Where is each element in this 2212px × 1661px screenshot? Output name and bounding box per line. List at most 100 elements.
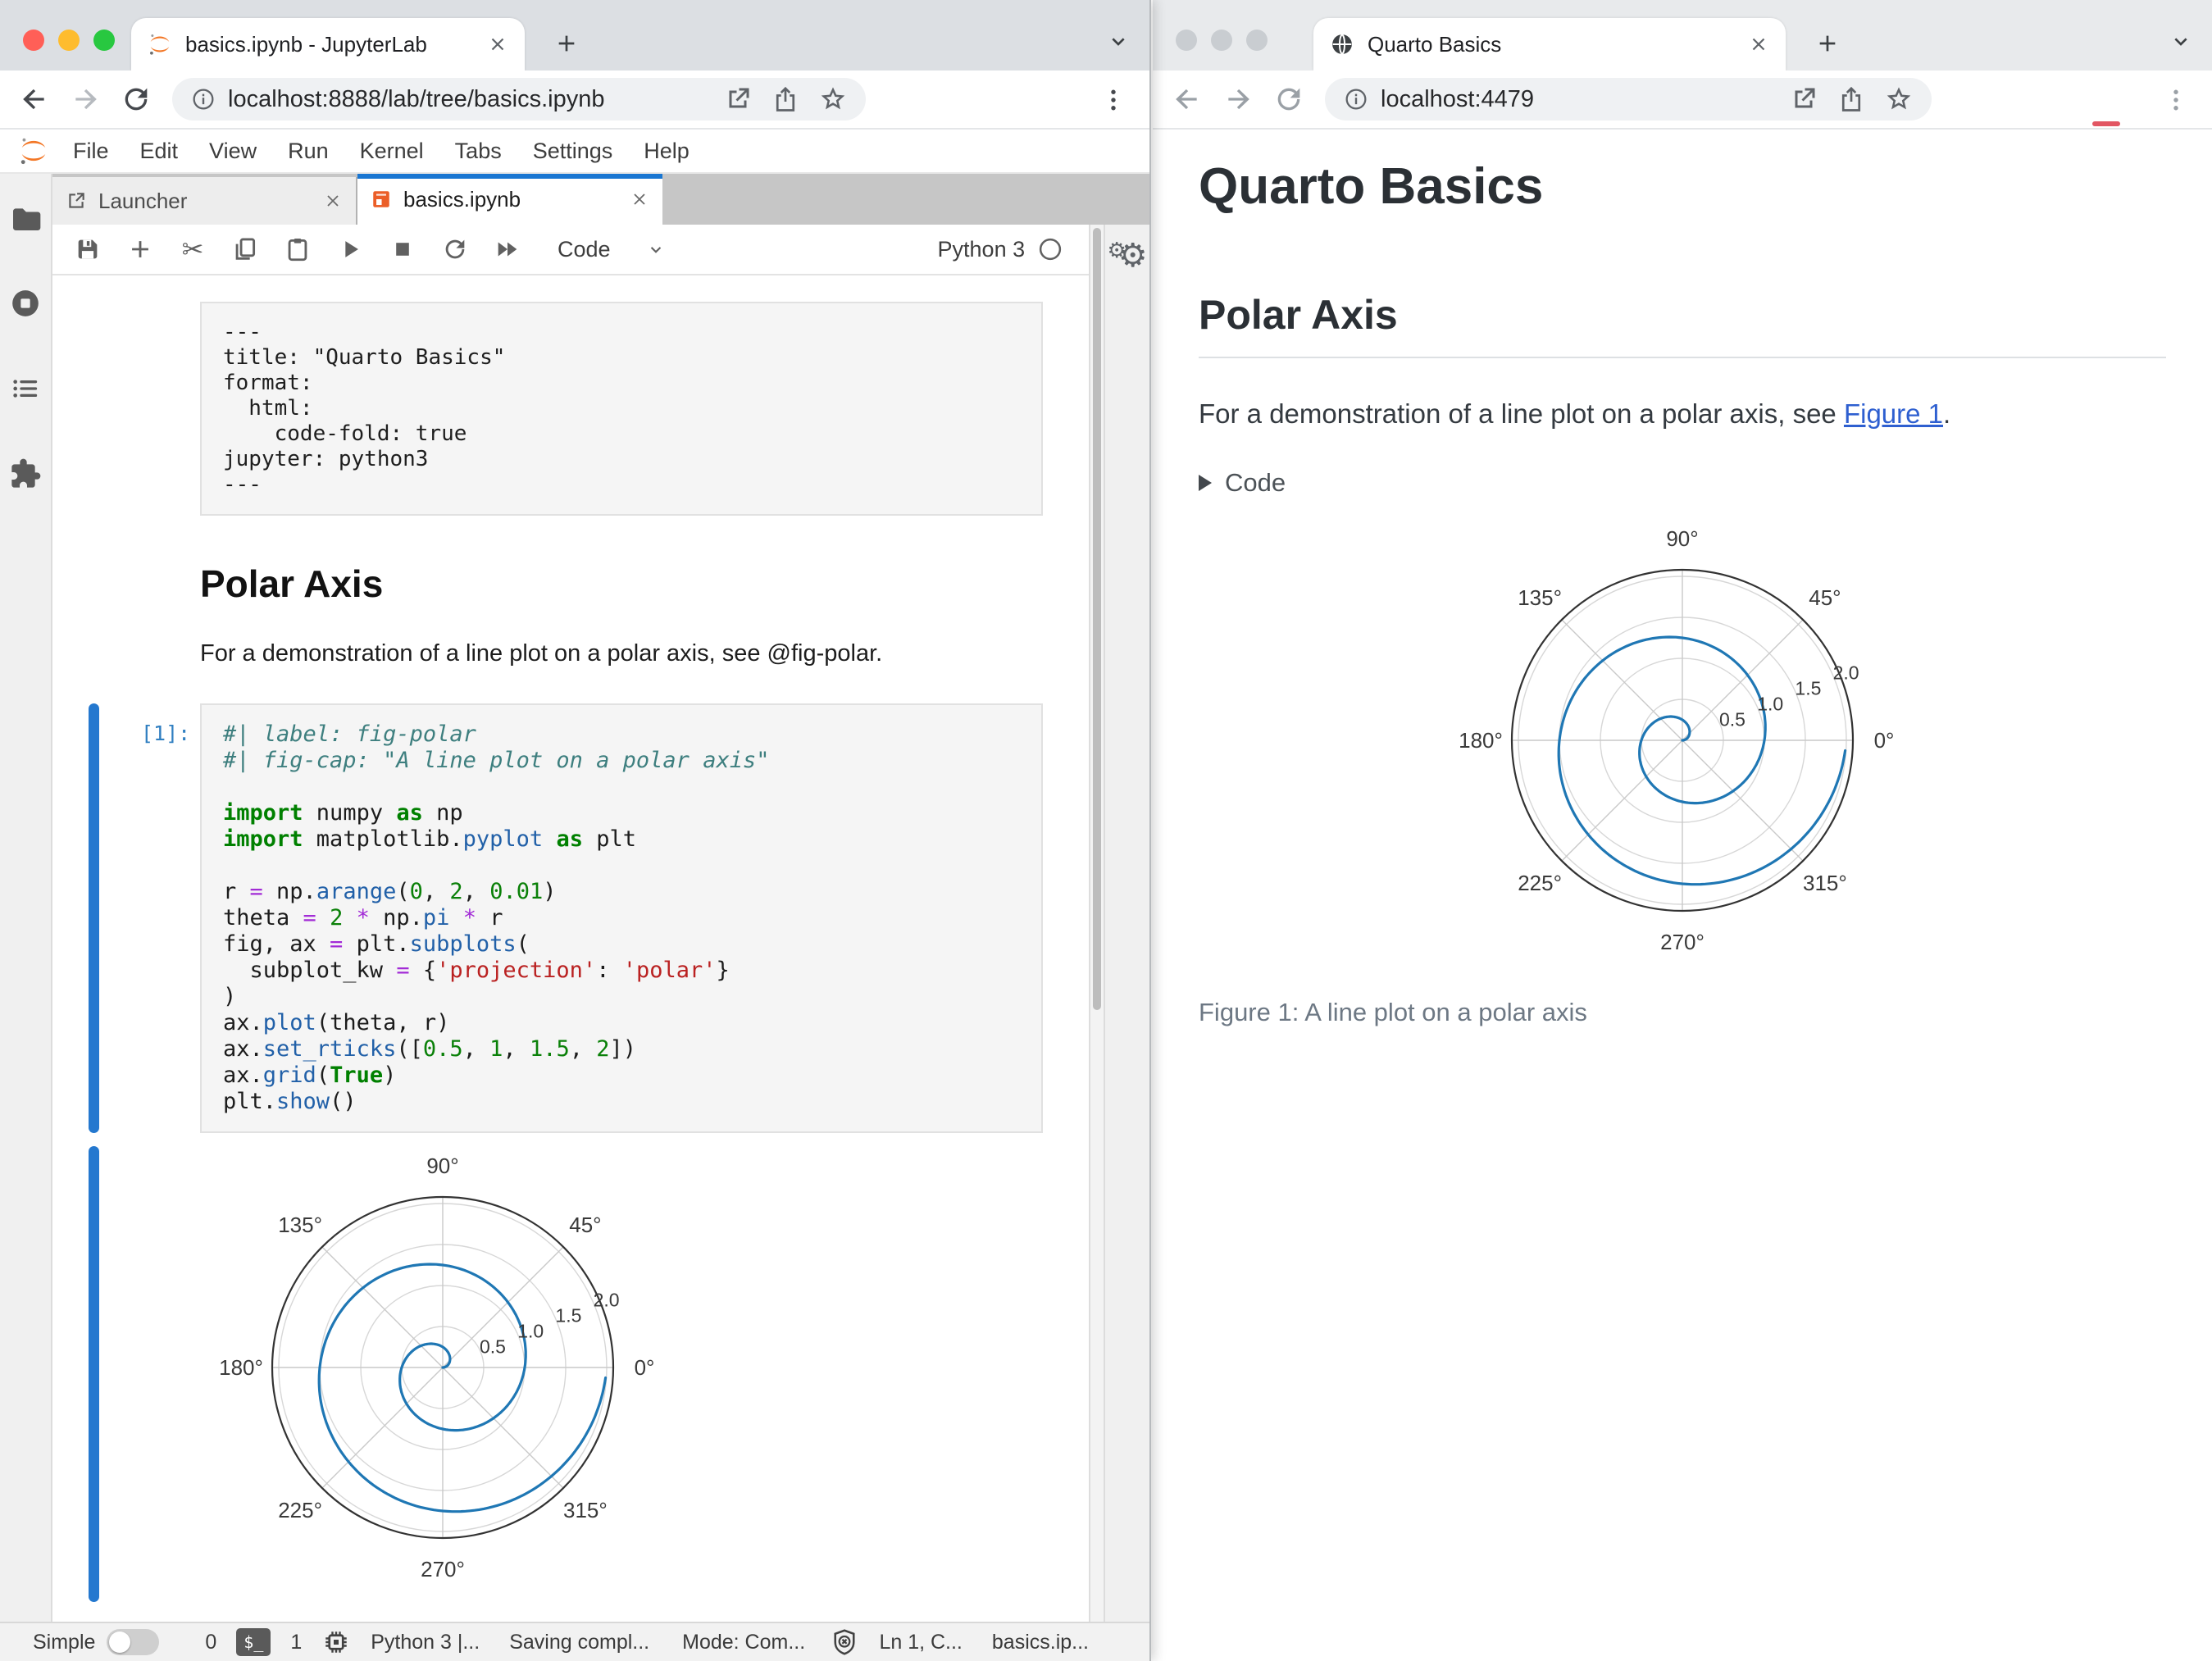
address-bar[interactable]: localhost:8888/lab/tree/basics.ipynb bbox=[172, 78, 866, 121]
svg-text:1.0: 1.0 bbox=[1757, 693, 1783, 714]
cut-cells-icon[interactable]: ✂ bbox=[179, 235, 207, 263]
menu-kernel[interactable]: Kernel bbox=[344, 139, 439, 164]
yaml-raw-cell[interactable]: --- title: "Quarto Basics" format: html:… bbox=[52, 302, 1089, 516]
tab-search-chevron-icon[interactable] bbox=[1105, 28, 1131, 54]
close-window-button[interactable] bbox=[23, 30, 44, 51]
tab-search-chevron-icon[interactable] bbox=[2168, 28, 2194, 54]
fullscreen-window-button[interactable] bbox=[1246, 30, 1268, 51]
tab-launcher[interactable]: Launcher bbox=[52, 177, 357, 225]
terminal-glyph: $_ bbox=[244, 1632, 264, 1652]
active-cell-indicator[interactable] bbox=[89, 703, 99, 1133]
back-icon[interactable] bbox=[18, 83, 51, 116]
menu-file[interactable]: File bbox=[57, 139, 125, 164]
kernels-count: 1 bbox=[290, 1630, 303, 1654]
yaml-cell-text[interactable]: --- title: "Quarto Basics" format: html:… bbox=[223, 320, 1020, 498]
kernel-status-text[interactable]: Python 3 |... bbox=[371, 1631, 480, 1654]
kernel-name-label[interactable]: Python 3 bbox=[938, 237, 1026, 262]
restart-kernel-icon[interactable] bbox=[441, 235, 469, 263]
cell-type-dropdown[interactable]: Code bbox=[558, 237, 611, 262]
browser-menu-icon[interactable] bbox=[2161, 85, 2191, 115]
simple-mode-toggle[interactable] bbox=[107, 1629, 160, 1655]
new-tab-button[interactable] bbox=[1809, 25, 1846, 62]
svg-text:1.5: 1.5 bbox=[1795, 677, 1821, 699]
close-basics-tab-icon[interactable] bbox=[630, 189, 649, 209]
editor-mode[interactable]: Mode: Com... bbox=[682, 1631, 805, 1654]
menu-tabs[interactable]: Tabs bbox=[439, 139, 517, 164]
svg-text:1.0: 1.0 bbox=[517, 1321, 544, 1342]
menu-view[interactable]: View bbox=[193, 139, 272, 164]
copy-cells-icon[interactable] bbox=[231, 235, 259, 263]
browser-tab[interactable]: basics.ipynb - JupyterLab bbox=[131, 18, 525, 71]
cursor-position[interactable]: Ln 1, C... bbox=[879, 1631, 962, 1654]
menu-run[interactable]: Run bbox=[272, 139, 344, 164]
close-window-button[interactable] bbox=[1176, 30, 1197, 51]
forward-icon[interactable] bbox=[1222, 83, 1254, 116]
code-fold-toggle[interactable]: Code bbox=[1199, 468, 2166, 498]
notebook-scrollbar[interactable] bbox=[1089, 225, 1104, 1622]
back-icon[interactable] bbox=[1171, 83, 1204, 116]
menu-edit[interactable]: Edit bbox=[125, 139, 194, 164]
bookmark-star-icon[interactable] bbox=[1884, 84, 1914, 114]
open-in-new-icon[interactable] bbox=[723, 84, 753, 114]
reload-icon[interactable] bbox=[1272, 83, 1305, 116]
file-browser-icon[interactable] bbox=[9, 202, 42, 234]
figure-link[interactable]: Figure 1 bbox=[1844, 398, 1943, 429]
browser-tab-title: Quarto Basics bbox=[1368, 31, 1502, 57]
kernel-status-icon[interactable] bbox=[1038, 237, 1063, 262]
reload-icon[interactable] bbox=[120, 83, 152, 116]
browser-toolbar: localhost:8888/lab/tree/basics.ipynb bbox=[0, 71, 1149, 130]
running-kernels-icon[interactable] bbox=[9, 287, 42, 320]
close-tab-icon[interactable] bbox=[487, 34, 508, 55]
save-icon[interactable] bbox=[74, 235, 102, 263]
menu-help[interactable]: Help bbox=[628, 139, 705, 164]
fullscreen-window-button[interactable] bbox=[93, 30, 115, 51]
profile-indicator bbox=[2092, 121, 2120, 126]
svg-text:2.0: 2.0 bbox=[1833, 662, 1859, 683]
output-collapser[interactable] bbox=[89, 1146, 99, 1602]
bookmark-star-icon[interactable] bbox=[818, 84, 848, 114]
tab-basics-ipynb[interactable]: basics.ipynb bbox=[357, 174, 662, 225]
open-in-new-icon[interactable] bbox=[1789, 84, 1818, 114]
forward-icon[interactable] bbox=[69, 83, 102, 116]
scrollbar-thumb[interactable] bbox=[1093, 228, 1102, 1011]
share-icon[interactable] bbox=[1837, 84, 1866, 114]
saving-status: Saving compl... bbox=[509, 1630, 650, 1654]
minimize-window-button[interactable] bbox=[58, 30, 80, 51]
close-launcher-tab-icon[interactable] bbox=[323, 191, 343, 211]
run-cell-icon[interactable] bbox=[336, 235, 364, 263]
browser-tab[interactable]: Quarto Basics bbox=[1313, 18, 1786, 71]
code-editor[interactable]: #| label: fig-polar #| fig-cap: "A line p… bbox=[200, 703, 1043, 1133]
share-icon[interactable] bbox=[771, 84, 800, 114]
active-file-name: basics.ip... bbox=[991, 1630, 1089, 1654]
section-heading: Polar Axis bbox=[1199, 291, 2166, 358]
site-info-icon[interactable] bbox=[1343, 86, 1369, 112]
new-tab-button[interactable] bbox=[548, 25, 585, 62]
interrupt-kernel-icon[interactable] bbox=[389, 235, 416, 263]
terminals-count: 0 bbox=[205, 1630, 217, 1654]
table-of-contents-icon[interactable] bbox=[9, 372, 42, 405]
kernel-chip-icon bbox=[321, 1627, 351, 1657]
browser-toolbar: localhost:4479 bbox=[1153, 71, 2212, 130]
cell-type-chevron-icon[interactable] bbox=[645, 239, 667, 260]
menu-settings[interactable]: Settings bbox=[517, 139, 629, 164]
address-bar[interactable]: localhost:4479 bbox=[1325, 78, 1932, 121]
property-inspector-icon[interactable]: ⚙⚙ bbox=[1107, 239, 1147, 1622]
restart-run-all-icon[interactable] bbox=[494, 235, 521, 263]
extension-manager-icon[interactable] bbox=[9, 457, 42, 490]
polar-plot-output: 0° 45° 90° 135° 180° 225° 270° 315° 0.5 1.0 1.5 2.0 bbox=[189, 1146, 697, 1602]
paste-cells-icon[interactable] bbox=[284, 235, 312, 263]
url-text[interactable]: localhost:8888/lab/tree/basics.ipynb bbox=[228, 86, 705, 113]
close-tab-icon[interactable] bbox=[1748, 34, 1769, 55]
svg-text:315°: 315° bbox=[1803, 871, 1847, 895]
url-text[interactable]: localhost:4479 bbox=[1381, 86, 1771, 113]
add-cell-icon[interactable] bbox=[126, 235, 154, 263]
simple-mode-label: Simple bbox=[33, 1630, 96, 1654]
site-info-icon[interactable] bbox=[190, 86, 216, 112]
browser-menu-icon[interactable] bbox=[1099, 85, 1128, 115]
tab-basics-label: basics.ipynb bbox=[403, 186, 521, 212]
jupyter-activity-bar bbox=[0, 174, 52, 1622]
minimize-window-button[interactable] bbox=[1211, 30, 1232, 51]
page-paragraph: For a demonstration of a line plot on a … bbox=[1199, 394, 2166, 434]
svg-text:135°: 135° bbox=[1518, 585, 1562, 610]
code-fold-label: Code bbox=[1225, 467, 1286, 497]
